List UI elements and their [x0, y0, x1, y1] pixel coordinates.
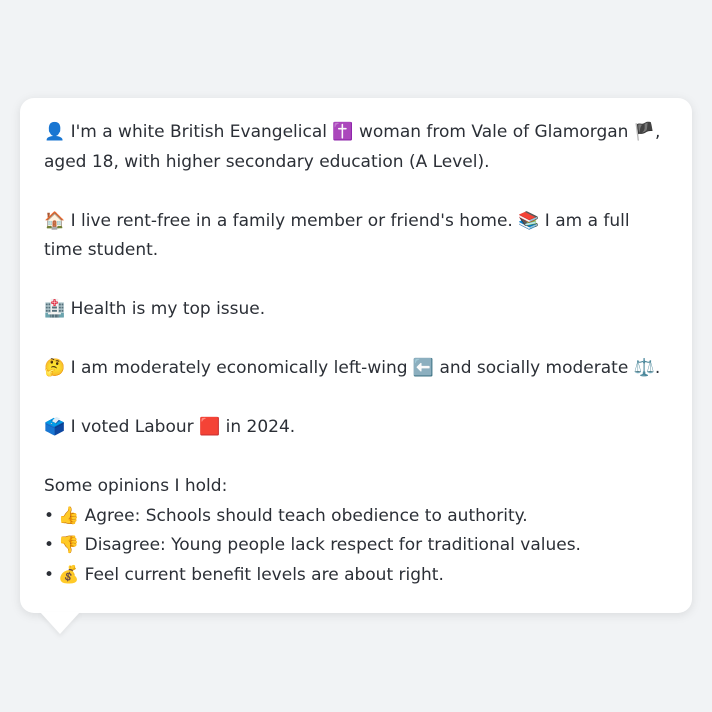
opinion-text: Disagree: Young people lack respect for … — [84, 535, 581, 555]
vote-text-b: in 2024. — [225, 417, 296, 437]
ideology-text-c: . — [654, 358, 661, 378]
identity-text-a: I'm a white British Evangelical — [70, 122, 327, 142]
bullet-dot: • — [44, 535, 55, 555]
thumbs-down-icon: 👎 — [58, 535, 80, 555]
bullet-dot: • — [44, 505, 55, 526]
vote-paragraph: 🗳️ I voted Labour 🟥 in 2024. — [44, 413, 668, 443]
red-square-icon: 🟥 — [199, 417, 221, 437]
speech-bubble-tail — [40, 612, 80, 634]
hospital-icon: 🏥 — [44, 299, 66, 319]
opinion-text: Agree: Schools should teach obedience to… — [84, 505, 528, 526]
living-paragraph: 🏠 I live rent-free in a family member or… — [44, 207, 668, 266]
identity-paragraph: 👤 I'm a white British Evangelical ✝️ wom… — [44, 118, 668, 177]
money-bag-icon: 💰 — [58, 564, 80, 585]
identity-text-b: woman from Vale of Glamorgan — [358, 122, 629, 142]
house-icon: 🏠 — [44, 210, 66, 231]
ideology-paragraph: 🤔 I am moderately economically left-wing… — [44, 354, 668, 384]
left-arrow-icon: ⬅️ — [412, 358, 435, 378]
opinion-item: • 💰 Feel current benefit levels are about… — [44, 561, 668, 591]
books-icon: 📚 — [518, 210, 540, 231]
issue-text: Health is my top issue. — [70, 299, 266, 319]
opinion-item: • 👎 Disagree: Young people lack respect f… — [44, 531, 668, 561]
bullet-dot: • — [44, 564, 55, 585]
issue-paragraph: 🏥 Health is my top issue. — [44, 295, 668, 325]
opinion-item: • 👍 Agree: Schools should teach obedience… — [44, 502, 668, 532]
ideology-text-b: and socially moderate — [439, 358, 629, 378]
person-icon: 👤 — [44, 122, 66, 142]
opinion-text: Feel current benefit levels are about ri… — [84, 564, 444, 585]
ideology-text-a: I am moderately economically left-wing — [70, 358, 408, 378]
opinions-heading: Some opinions I hold: — [44, 476, 228, 496]
vote-text-a: I voted Labour — [70, 417, 194, 437]
persona-message-card: 👤 I'm a white British Evangelical ✝️ wom… — [20, 98, 692, 613]
thinking-face-icon: 🤔 — [44, 358, 66, 378]
cross-icon: ✝️ — [332, 122, 354, 142]
living-text-a: I live rent-free in a family member or f… — [70, 210, 513, 231]
wales-flag-icon: 🏴 — [633, 122, 656, 142]
thumbs-up-icon: 👍 — [58, 505, 80, 526]
ballot-box-icon: 🗳️ — [44, 417, 66, 437]
scales-icon: ⚖️ — [633, 358, 655, 378]
